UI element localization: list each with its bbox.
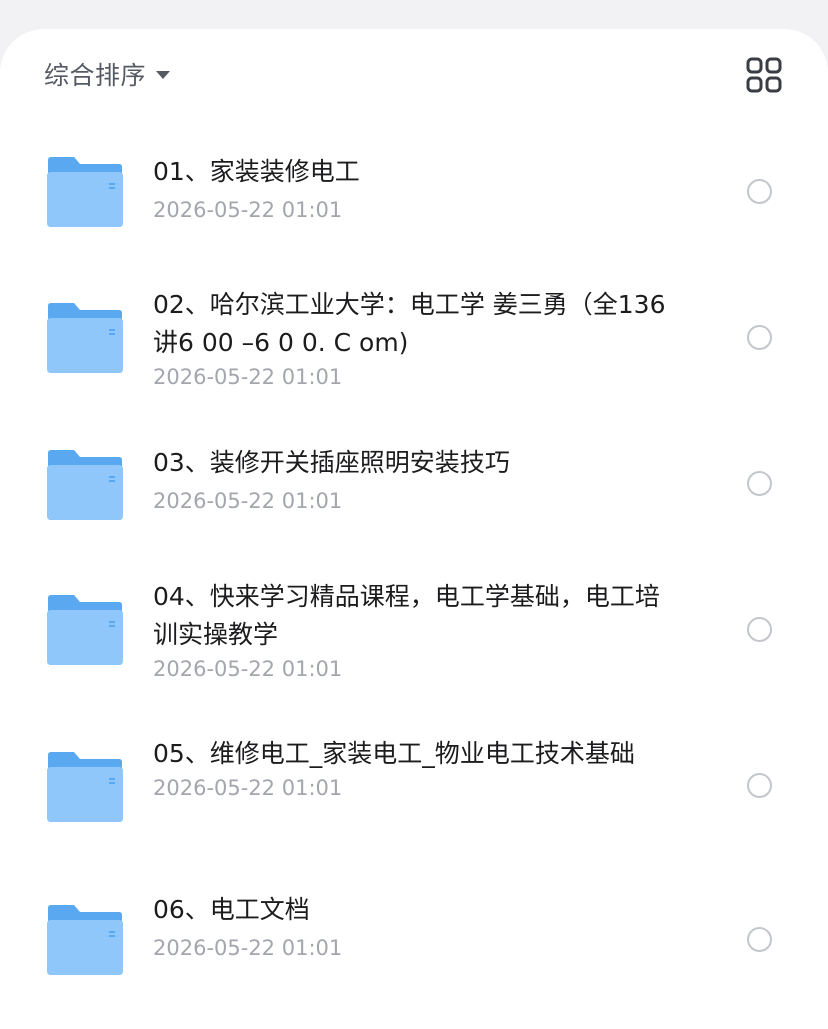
file-date: 2026-05-22 01:01 [153,198,343,222]
list-item[interactable]: 06、电工文档 2026-05-22 01:01 [0,869,828,999]
file-name: 06、电工文档 [153,895,310,924]
grid-view-icon[interactable] [746,57,782,93]
folder-icon [47,450,123,520]
list-item[interactable]: 05、维修电工_家装电工_物业电工技术基础 2026-05-22 01:01 [0,713,828,869]
list-item[interactable]: 04、快来学习精品课程，电工学基础，电工培训实操教学 2026-05-22 01… [0,553,828,713]
file-date: 2026-05-22 01:01 [153,657,343,681]
select-radio[interactable] [747,325,772,350]
file-list: 01、家装装修电工 2026-05-22 01:01 02、哈尔滨工业大学：电工… [0,121,828,999]
file-name: 04、快来学习精品课程，电工学基础，电工培训实操教学 [153,582,660,649]
toolbar: 综合排序 [0,29,828,121]
folder-icon [47,303,123,373]
select-radio[interactable] [747,617,772,642]
sort-label: 综合排序 [44,61,147,90]
select-radio[interactable] [747,927,772,952]
file-date: 2026-05-22 01:01 [153,489,343,513]
file-list-sheet: 综合排序 01、家装装修电工 2026-05-22 01:01 02、哈尔滨工业… [0,29,828,1029]
file-name: 05、维修电工_家装电工_物业电工技术基础 [153,739,635,768]
file-date: 2026-05-22 01:01 [153,365,343,389]
file-name: 03、装修开关插座照明安装技巧 [153,448,510,477]
list-item[interactable]: 03、装修开关插座照明安装技巧 2026-05-22 01:01 [0,419,828,553]
sort-dropdown[interactable]: 综合排序 [44,56,171,92]
caret-down-icon [156,71,171,79]
file-name: 02、哈尔滨工业大学：电工学 姜三勇（全136讲6 00 –6 0 0. C o… [153,290,666,357]
folder-icon [47,905,123,975]
file-name: 01、家装装修电工 [153,157,360,186]
folder-icon [47,752,123,822]
select-radio[interactable] [747,773,772,798]
folder-icon [47,595,123,665]
file-date: 2026-05-22 01:01 [153,776,343,800]
folder-icon [47,157,123,227]
list-item[interactable]: 02、哈尔滨工业大学：电工学 姜三勇（全136讲6 00 –6 0 0. C o… [0,259,828,419]
select-radio[interactable] [747,471,772,496]
list-item[interactable]: 01、家装装修电工 2026-05-22 01:01 [0,121,828,259]
file-date: 2026-05-22 01:01 [153,936,343,960]
select-radio[interactable] [747,179,772,204]
